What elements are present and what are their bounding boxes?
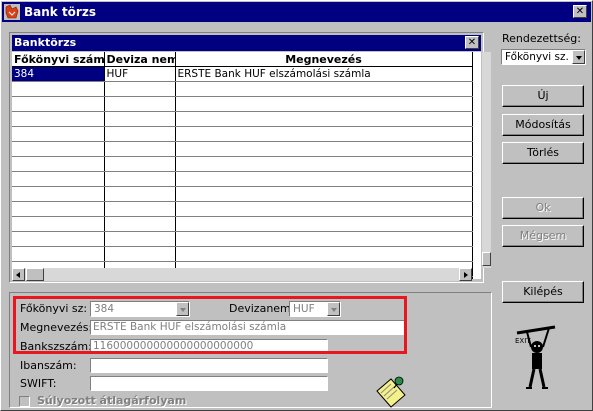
table-cell-empty[interactable] [175,216,473,232]
table-cell-empty[interactable] [175,111,473,127]
table-cell-empty[interactable] [175,96,473,112]
table-row-empty[interactable] [12,96,473,112]
vertical-scroll-thumb[interactable] [482,252,491,266]
exit-button[interactable]: Kilépés [502,281,584,303]
horizontal-scroll-thumb[interactable] [26,268,44,281]
cell-ledger[interactable]: 384 [12,66,105,82]
table-row-empty[interactable] [12,186,473,202]
chevron-down-icon[interactable] [572,50,585,64]
cancel-button[interactable]: Mégsem [502,225,584,247]
table-cell-empty[interactable] [104,81,176,97]
window-title: Bank törzs [24,5,96,19]
table-cell-empty[interactable] [104,156,176,172]
table-cell-empty[interactable] [12,81,105,97]
grid-title: Banktörzs [14,36,77,49]
table-cell-empty[interactable] [104,171,176,187]
weighted-average-label: Súlyozott átlagárfolyam [37,394,187,407]
fox-app-icon [4,4,20,20]
banktorzs-grid-panel: Banktörzs ✕ Főkönyvi szám Deviza nem Meg… [9,32,491,283]
table-cell-empty[interactable] [12,171,105,187]
column-header-name[interactable]: Megnevezés [175,52,473,67]
grid-titlebar: Banktörzs ✕ [12,35,481,51]
table-cell-empty[interactable] [12,141,105,157]
table-cell-empty[interactable] [104,216,176,232]
sort-select[interactable]: Főkönyvi sz. [501,49,586,65]
table-cell-empty[interactable] [104,111,176,127]
sort-label: Rendezettség: [502,32,581,45]
horizontal-scrollbar[interactable] [12,268,472,281]
column-header-currency[interactable]: Deviza nem [104,52,176,67]
table-row-empty[interactable] [12,111,473,127]
table-cell-empty[interactable] [104,231,176,247]
table-cell-empty[interactable] [175,156,473,172]
window-titlebar[interactable]: Bank törzs ✕ [2,2,591,22]
table-cell-empty[interactable] [12,126,105,142]
table-cell-empty[interactable] [12,216,105,232]
table-cell-empty[interactable] [175,171,473,187]
column-header-ledger[interactable]: Főkönyvi szám [12,52,105,67]
table-cell-empty[interactable] [12,156,105,172]
bank-torzs-window: Bank törzs ✕ Banktörzs ✕ Főkönyvi szám D… [0,0,593,411]
new-button[interactable]: Új [502,85,584,107]
table-cell-empty[interactable] [12,246,105,262]
swift-label: SWIFT: [20,377,57,390]
sort-select-value: Főkönyvi sz. [505,51,569,63]
table-cell-empty[interactable] [175,81,473,97]
modify-button[interactable]: Módosítás [502,114,584,136]
table-cell-empty[interactable] [104,201,176,217]
weighted-average-checkbox[interactable] [19,396,30,407]
iban-field[interactable] [90,358,328,373]
table-row-empty[interactable] [12,156,473,172]
table-row-empty[interactable] [12,201,473,217]
exit-person-icon: EXIT [515,325,556,389]
table-cell-empty[interactable] [12,96,105,112]
table-row-empty[interactable] [12,81,473,97]
scroll-left-arrow-icon[interactable] [12,268,25,281]
cell-currency[interactable]: HUF [104,66,176,82]
table-row-empty[interactable] [12,216,473,232]
table-row-empty[interactable] [12,126,473,142]
vertical-scrollbar[interactable] [482,52,491,268]
grid-close-button[interactable]: ✕ [465,36,479,49]
table-row-empty[interactable] [12,246,473,262]
iban-label: Ibanszám: [20,359,77,372]
table-header-row: Főkönyvi szám Deviza nem Megnevezés [12,52,473,67]
table-cell-empty[interactable] [12,201,105,217]
table-cell-empty[interactable] [104,141,176,157]
grid-body[interactable]: Főkönyvi szám Deviza nem Megnevezés 384 … [12,52,481,279]
delete-button[interactable]: Törlés [502,142,584,164]
table-row[interactable]: 384 HUF ERSTE Bank HUF elszámolási száml… [12,66,473,82]
scroll-right-arrow-icon[interactable] [459,268,472,281]
table-cell-empty[interactable] [175,141,473,157]
note-pin-icon[interactable] [373,373,409,409]
table-cell-empty[interactable] [175,246,473,262]
table-cell-empty[interactable] [175,231,473,247]
table-cell-empty[interactable] [175,201,473,217]
table-row-empty[interactable] [12,141,473,157]
table-row-empty[interactable] [12,231,473,247]
table-cell-empty[interactable] [104,96,176,112]
table-cell-empty[interactable] [175,186,473,202]
cell-name[interactable]: ERSTE Bank HUF elszámolási számla [175,66,473,82]
ok-button[interactable]: Ok [502,197,584,219]
table-cell-empty[interactable] [12,231,105,247]
table-cell-empty[interactable] [104,126,176,142]
window-close-button[interactable]: ✕ [573,5,587,18]
table-cell-empty[interactable] [12,186,105,202]
table-cell-empty[interactable] [12,111,105,127]
highlight-box [13,296,407,354]
table-row-empty[interactable] [12,171,473,187]
table-cell-empty[interactable] [104,246,176,262]
swift-field[interactable] [90,376,328,391]
table-cell-empty[interactable] [175,126,473,142]
table-cell-empty[interactable] [104,186,176,202]
bank-table: Főkönyvi szám Deviza nem Megnevezés 384 … [12,52,473,279]
